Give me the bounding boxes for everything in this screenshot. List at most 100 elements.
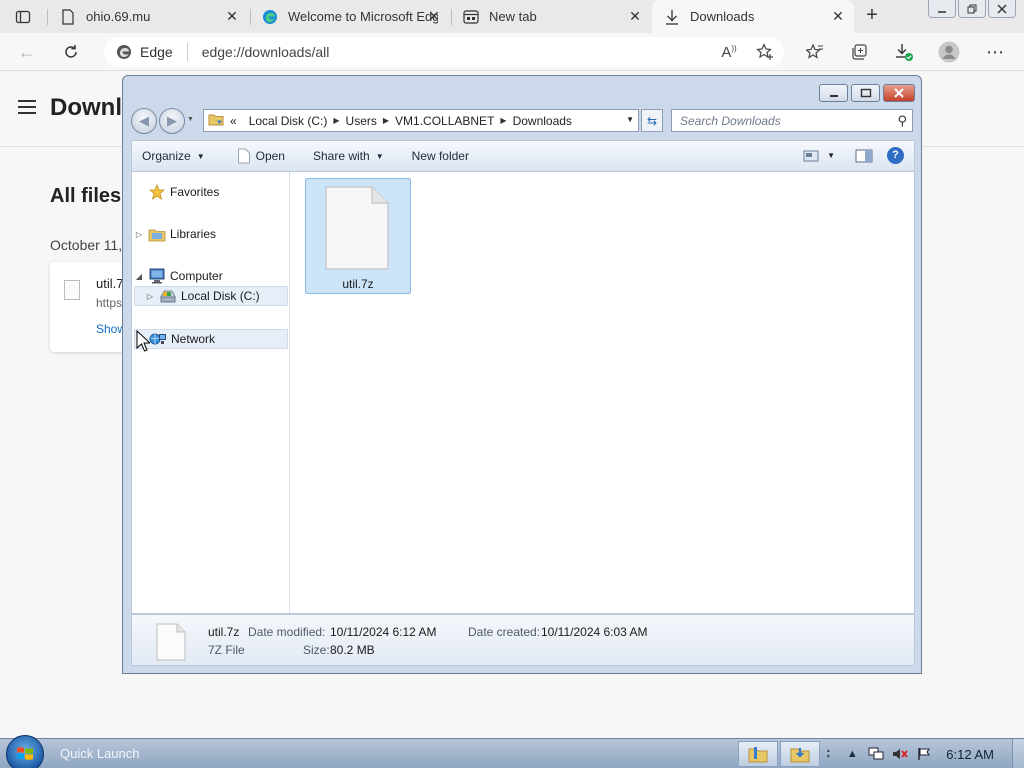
tab-welcome-edge[interactable]: Welcome to Microsoft Edge ✕ xyxy=(250,0,450,33)
quick-launch-toolbar[interactable]: Quick Launch xyxy=(60,746,140,761)
preview-pane-icon[interactable] xyxy=(855,149,873,163)
tab-actions-button[interactable] xyxy=(8,6,38,28)
start-button[interactable] xyxy=(6,735,44,768)
file-item-util-7z[interactable]: util.7z xyxy=(305,178,411,294)
profile-button[interactable] xyxy=(938,41,960,63)
organize-label: Organize xyxy=(142,149,191,163)
organize-button[interactable]: Organize ▼ xyxy=(132,141,215,171)
download-icon xyxy=(664,9,680,25)
nav-item-computer[interactable]: ◢ Computer xyxy=(134,266,288,286)
close-button[interactable] xyxy=(883,84,915,102)
file-icon xyxy=(156,623,186,661)
network-icon xyxy=(149,331,167,347)
close-icon[interactable]: ✕ xyxy=(830,8,846,24)
favorites-button[interactable] xyxy=(804,42,826,62)
details-file-type: 7Z File xyxy=(208,643,245,657)
taskbar-button-explorer-active[interactable] xyxy=(780,741,821,767)
chevron-down-icon[interactable]: ▼ xyxy=(626,115,634,124)
date-created-value: 10/11/2024 6:03 AM xyxy=(541,625,648,639)
tab-downloads[interactable]: Downloads ✕ xyxy=(652,0,854,33)
open-label: Open xyxy=(255,149,285,163)
minimize-icon xyxy=(829,95,838,97)
clock[interactable]: 6:12 AM xyxy=(946,747,994,762)
system-tray: ▲ ▼ ▲ 6:12 AM xyxy=(738,739,1024,768)
search-placeholder: Search Downloads xyxy=(680,114,781,128)
file-list: util.7z xyxy=(291,172,915,613)
explorer-breadcrumb[interactable]: « Local Disk (C:) ▶ Users ▶ VM1.COLLABNE… xyxy=(203,109,639,132)
collapse-arrow-icon[interactable]: ◢ xyxy=(134,272,144,281)
tab-title: ohio.69.mu xyxy=(86,9,151,24)
explorer-forward-button[interactable]: ▶ xyxy=(159,108,185,134)
search-input[interactable]: Search Downloads ⚲ xyxy=(671,109,913,132)
taskbar-scroll[interactable]: ▲ ▼ xyxy=(822,741,834,767)
change-view-button[interactable]: ▼ xyxy=(803,150,835,162)
explorer-window: ◀ ▶ ▼ « Local Disk (C:) ▶ Users ▶ VM1.CO… xyxy=(122,75,922,674)
close-icon[interactable]: ✕ xyxy=(426,8,442,24)
explorer-back-button[interactable]: ◀ xyxy=(131,108,157,134)
taskbar-button-explorer[interactable] xyxy=(738,741,779,767)
mouse-cursor-icon xyxy=(136,330,150,352)
close-button[interactable] xyxy=(988,0,1016,18)
new-tab-button[interactable]: + xyxy=(860,4,884,28)
recent-pages-icon[interactable]: ▼ xyxy=(187,116,194,123)
breadcrumb-downloads[interactable]: Downloads xyxy=(507,114,578,128)
explorer-refresh-button[interactable]: ⇆ xyxy=(641,109,663,132)
help-icon[interactable]: ? xyxy=(887,147,904,164)
nav-item-network[interactable]: ▷ Network xyxy=(134,329,288,349)
open-button[interactable]: Open xyxy=(227,141,295,171)
collections-button[interactable] xyxy=(848,42,870,62)
expand-arrow-icon[interactable]: ▷ xyxy=(134,230,144,239)
tab-new-tab[interactable]: New tab ✕ xyxy=(451,0,651,33)
refresh-button[interactable] xyxy=(58,40,84,64)
volume-muted-icon[interactable] xyxy=(892,746,908,762)
expand-arrow-icon[interactable]: ▷ xyxy=(145,292,155,301)
date-modified-value: 10/11/2024 6:12 AM xyxy=(330,625,437,639)
explorer-window-controls xyxy=(819,84,915,102)
settings-more-button[interactable]: ⋯ xyxy=(984,42,1006,62)
minimize-button[interactable] xyxy=(928,0,956,18)
star-icon xyxy=(148,184,166,200)
file-name: util.7z xyxy=(342,277,374,291)
edge-icon xyxy=(117,45,131,59)
folder-icon xyxy=(748,747,768,763)
network-tray-icon[interactable] xyxy=(868,746,884,762)
file-icon xyxy=(325,186,389,270)
action-center-flag-icon[interactable] xyxy=(916,746,932,762)
avatar-icon xyxy=(938,41,960,63)
address-bar[interactable]: Edge edge://downloads/all xyxy=(104,37,784,67)
download-done-icon xyxy=(896,44,913,61)
divider xyxy=(186,43,188,61)
breadcrumb-users[interactable]: Users xyxy=(340,114,383,128)
back-button[interactable]: ← xyxy=(14,40,40,64)
restore-button[interactable] xyxy=(958,0,986,18)
tab-ohio[interactable]: ohio.69.mu ✕ xyxy=(48,0,248,33)
breadcrumb-overflow[interactable]: « xyxy=(224,114,243,128)
back-forward-group: ◀ ▶ ▼ xyxy=(131,108,194,134)
maximize-button[interactable] xyxy=(851,84,880,102)
add-favorite-button[interactable] xyxy=(754,42,776,62)
drive-icon xyxy=(159,288,177,304)
new-folder-label: New folder xyxy=(411,149,469,163)
nav-item-local-disk[interactable]: ▷ Local Disk (C:) xyxy=(134,286,288,306)
breadcrumb-local-disk[interactable]: Local Disk (C:) xyxy=(243,114,334,128)
explorer-address-row: ◀ ▶ ▼ « Local Disk (C:) ▶ Users ▶ VM1.CO… xyxy=(131,106,915,136)
new-folder-button[interactable]: New folder xyxy=(402,141,479,171)
search-icon[interactable]: ⚲ xyxy=(897,113,907,129)
nav-item-favorites[interactable]: Favorites xyxy=(134,182,288,202)
show-desktop-button[interactable] xyxy=(1012,739,1024,768)
show-hidden-icons-button[interactable]: ▲ xyxy=(844,746,860,762)
share-with-button[interactable]: Share with ▼ xyxy=(303,141,394,171)
nav-label: Computer xyxy=(170,269,223,283)
explorer-body: Favorites ▷ Libraries ◢ Computer ▷ Local… xyxy=(131,172,915,614)
downloads-button[interactable] xyxy=(893,42,915,62)
browser-window-controls xyxy=(928,0,1016,18)
nav-item-libraries[interactable]: ▷ Libraries xyxy=(134,224,288,244)
breadcrumb-user-folder[interactable]: VM1.COLLABNET xyxy=(389,114,500,128)
read-aloud-button[interactable]: A)) xyxy=(718,42,740,62)
menu-icon[interactable] xyxy=(18,100,38,116)
close-icon[interactable]: ✕ xyxy=(627,8,643,24)
url-text: edge://downloads/all xyxy=(201,44,330,60)
close-icon[interactable]: ✕ xyxy=(224,8,240,24)
minimize-button[interactable] xyxy=(819,84,848,102)
folder-icon xyxy=(208,112,224,129)
